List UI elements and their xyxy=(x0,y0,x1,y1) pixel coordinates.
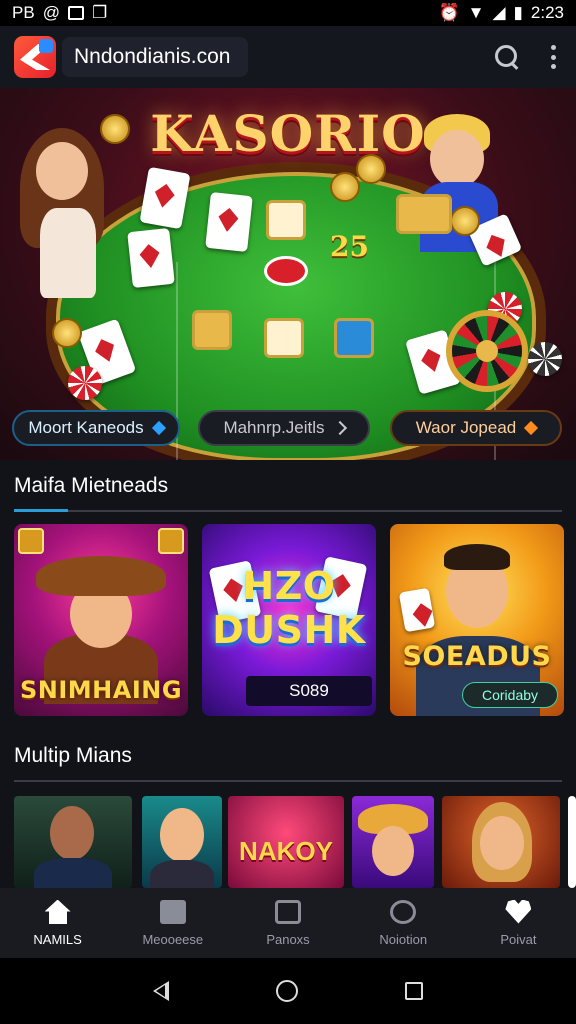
game-token xyxy=(264,318,304,358)
cowboy-hat xyxy=(36,556,166,596)
treasure-chest xyxy=(396,194,452,234)
nav-item-home[interactable]: NAMILS xyxy=(0,888,115,958)
home-icon xyxy=(45,900,71,924)
game-token xyxy=(266,200,306,240)
coin xyxy=(356,154,386,184)
arrow-icon xyxy=(151,420,166,436)
red-button-token xyxy=(264,256,308,286)
category-chip-2[interactable]: Mahnrp.Jeitls xyxy=(198,410,370,446)
recent-apps-icon[interactable] xyxy=(404,982,423,1000)
url-text: Nndondianis.con xyxy=(74,45,231,68)
section-title-2: Multip Mians xyxy=(14,744,132,767)
section-title-1: Maifa Mietneads xyxy=(14,474,169,497)
playing-card xyxy=(205,191,253,253)
section-accent xyxy=(14,509,68,512)
game-thumb-2[interactable] xyxy=(142,796,222,888)
game-title: SNIMHAING xyxy=(19,676,183,704)
game-thumb-1[interactable] xyxy=(14,796,132,888)
status-left-text: PB xyxy=(12,3,35,22)
nav-item-2[interactable]: Meooeese xyxy=(115,888,230,958)
badge-icon xyxy=(158,528,184,554)
system-nav-bar xyxy=(0,958,576,1024)
coin-stack xyxy=(330,172,360,202)
nav-label: Meooeese xyxy=(142,931,204,947)
nav-label: Noiotion xyxy=(379,931,428,947)
image-notification-icon xyxy=(67,6,84,20)
coin xyxy=(52,318,82,348)
notification-icon: @ xyxy=(42,3,60,22)
app-notification-icon: ❐ xyxy=(91,3,108,22)
hero-banner[interactable]: KASORIO 25 xyxy=(0,88,576,460)
gear-icon xyxy=(390,899,417,924)
poker-chip xyxy=(68,366,102,400)
game-subtitle: Coridaby xyxy=(462,682,558,708)
game-title: HZO DUSHK xyxy=(212,564,366,652)
arrow-icon xyxy=(524,420,539,436)
game-thumb-5[interactable] xyxy=(442,796,560,888)
game-tile-3[interactable]: SOEADUS Coridaby xyxy=(390,524,564,716)
chip-label: Mahnrp.Jeitls xyxy=(223,418,325,437)
nav-label: Poivat xyxy=(500,931,537,947)
alarm-icon: ⏰ xyxy=(438,3,460,22)
nav-item-4[interactable]: Noiotion xyxy=(346,888,461,958)
game-thumb-3[interactable]: NAKOY xyxy=(228,796,344,888)
poker-chip xyxy=(528,342,562,376)
game-token xyxy=(334,318,374,358)
heart-icon xyxy=(505,899,532,924)
game-price: S089 xyxy=(246,676,372,706)
home-button-icon[interactable] xyxy=(275,980,298,1002)
arrow-icon xyxy=(332,420,347,436)
section-divider xyxy=(14,780,562,782)
nav-item-5[interactable]: Poivat xyxy=(461,888,576,958)
hero-amount: 25 xyxy=(330,230,369,263)
battery-icon: ▮ xyxy=(513,3,523,22)
category-chip-3[interactable]: Waor Jopead xyxy=(390,410,562,446)
status-time: 2:23 xyxy=(530,3,564,22)
nav-label: NAMILS xyxy=(33,931,82,947)
game-thumb-6[interactable] xyxy=(568,796,576,888)
section-divider xyxy=(14,510,562,512)
game-title: SOEADUS xyxy=(402,641,552,672)
nav-item-3[interactable]: Panoxs xyxy=(230,888,345,958)
box-icon xyxy=(159,899,186,924)
search-icon[interactable] xyxy=(494,44,520,70)
bottom-nav: NAMILS Meooeese Panoxs Noiotion Poivat xyxy=(0,888,576,958)
game-token xyxy=(192,310,232,350)
roulette-wheel xyxy=(446,310,528,392)
game-tile-1[interactable]: SNIMHAING xyxy=(14,524,188,716)
playing-card xyxy=(127,227,175,289)
badge-icon xyxy=(18,528,44,554)
nav-label: Panoxs xyxy=(266,931,310,947)
category-chip-1[interactable]: Moort Kaneods xyxy=(12,410,180,446)
more-menu-icon[interactable] xyxy=(550,45,556,69)
category-chips: Moort Kaneods Mahnrp.Jeitls Waor Jopead xyxy=(0,410,576,446)
wifi-icon: ▼ xyxy=(467,3,485,22)
game-title: NAKOY xyxy=(239,836,333,866)
signal-icon: ◢ xyxy=(492,3,506,22)
coin xyxy=(450,206,480,236)
bag-icon xyxy=(275,899,301,924)
chip-label: Waor Jopead xyxy=(415,418,517,437)
url-bar[interactable]: Nndondianis.con xyxy=(62,37,249,77)
app-logo-icon[interactable] xyxy=(14,36,56,78)
status-bar: PB @ ❐ ⏰ ▼ ◢ ▮ 2:23 xyxy=(0,0,576,26)
game-thumb-4[interactable] xyxy=(352,796,434,888)
app-bar: Nndondianis.con xyxy=(0,26,576,88)
game-tile-2[interactable]: HZO DUSHK S089 xyxy=(202,524,376,716)
chip-label: Moort Kaneods xyxy=(28,418,144,437)
back-icon[interactable] xyxy=(153,981,170,1001)
